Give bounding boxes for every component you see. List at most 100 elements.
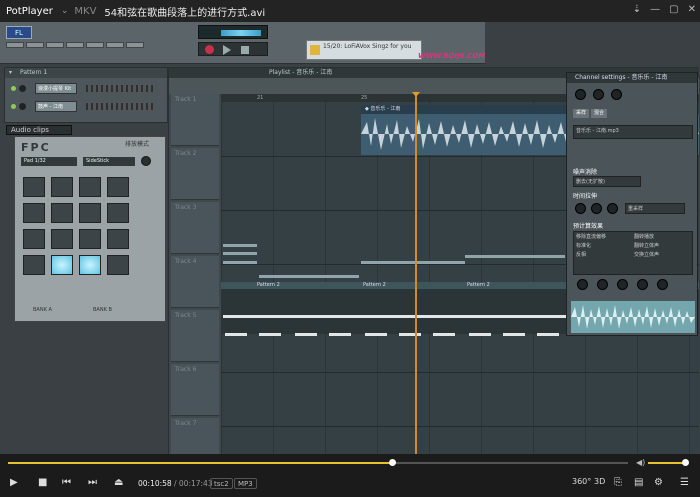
note-bar (223, 244, 257, 247)
track-label: Track 7 (171, 418, 219, 454)
knob-icon (637, 279, 648, 290)
tab-mix[interactable]: 混合 (591, 109, 607, 118)
window-titlebar: PotPlayer ⌄ MKV 54和弦在歌曲段落上的进行方式.avi ⇣ — … (0, 0, 700, 22)
pad-grid (23, 177, 129, 275)
pattern-label: Pattern 2 (363, 282, 386, 288)
stop-icon[interactable]: ■ (38, 477, 47, 488)
knob-icon (591, 203, 602, 214)
video-codec-tag[interactable]: tsc2 (210, 478, 233, 489)
channel-rack: ▾ Pattern 1 浪漫小提琴 Kit 鼓声 - 江南 (4, 67, 168, 123)
pattern-dash (259, 333, 281, 336)
fpc-mode: 排放模式 (125, 141, 150, 148)
seek-progress (8, 462, 392, 464)
time-stretch-select[interactable]: 重采样 (625, 203, 685, 214)
pattern-dash (469, 333, 491, 336)
rack-channel: 浪漫小提琴 Kit (5, 82, 167, 96)
precomp-label: 预计算效果 (573, 223, 604, 230)
noise-section-label: 噪声消除 (573, 169, 598, 176)
fl-hint-banner: 15/20: LoFiAVox Singz for you (306, 40, 422, 60)
pin-icon[interactable]: ⇣ (633, 4, 641, 15)
pattern-dash (329, 333, 351, 336)
option-normalize[interactable]: 标准化 (576, 242, 632, 249)
seek-handle[interactable] (388, 459, 396, 466)
rack-title: Pattern 1 (20, 69, 48, 76)
app-name[interactable]: PotPlayer (0, 6, 61, 17)
window-controls: ⇣ — ▢ ✕ (633, 4, 696, 15)
fpc-title: FPC (21, 141, 51, 154)
minimize-icon[interactable]: — (650, 4, 660, 15)
kit-name: SideStick (83, 157, 135, 166)
playlist-icon[interactable]: ▤ (634, 477, 643, 488)
playhead[interactable] (415, 96, 417, 454)
pattern-dash (295, 333, 317, 336)
sample-file-name: 音乐乐 - 江南.mp3 (573, 125, 693, 139)
knob-icon (141, 156, 151, 166)
note-bar (361, 261, 465, 264)
knob-icon (597, 279, 608, 290)
bank-b: BANK B (93, 307, 112, 313)
track-label: Track 3 (171, 202, 219, 254)
option-invert[interactable]: 反相 (576, 251, 632, 258)
track-label: Track 1 (171, 94, 219, 146)
capture-icon[interactable]: ⎘ (614, 477, 622, 488)
noise-select[interactable]: 删去(无扩散) (573, 176, 641, 187)
track-label: Track 5 (171, 310, 219, 362)
pad-select: Pad 1/32 (21, 157, 77, 166)
knob-icon (611, 89, 622, 100)
chevron-down-icon[interactable]: ⌄ (61, 6, 69, 16)
eject-icon[interactable]: ⏏ (114, 477, 123, 488)
watermark: WWW.BQIJ6.COM (418, 52, 486, 60)
next-icon[interactable]: ⏭ (88, 477, 97, 488)
time-stretch-label: 时间拉伸 (573, 193, 598, 200)
pattern-line (223, 315, 567, 318)
option-reverse[interactable]: 翻转播放 (634, 233, 690, 240)
play-icon[interactable]: ▶ (10, 477, 18, 488)
player-controls: ▶ ■ ⏮ ⏭ ⏏ 00:10:58 / 00:17:43 tsc2 MP3 3… (0, 470, 700, 497)
note-bar (259, 275, 359, 278)
vr-360-icon[interactable]: 360° (572, 477, 591, 486)
volume-icon[interactable]: ◀) (636, 458, 645, 467)
settings-icon[interactable]: ⚙ (654, 477, 663, 488)
clip-title: ◆ 音乐乐 - 江南 (365, 106, 401, 112)
fl-logo: FL (6, 26, 32, 39)
fl-transport (198, 42, 268, 56)
previous-icon[interactable]: ⏮ (62, 477, 71, 488)
current-time: 00:10:58 (138, 479, 172, 488)
audio-codec-tag[interactable]: MP3 (234, 478, 257, 489)
rack-channel: 鼓声 - 江南 (5, 100, 167, 114)
knob-icon (657, 279, 668, 290)
maximize-icon[interactable]: ▢ (669, 4, 678, 15)
fl-lcd (198, 25, 268, 39)
3d-icon[interactable]: 3D (594, 477, 605, 486)
menu-icon[interactable]: ☰ (680, 477, 689, 488)
note-bar (223, 252, 257, 255)
tab-sample[interactable]: 采样 (573, 109, 589, 118)
fpc-plugin: FPC 排放模式 Pad 1/32 SideStick BANK A BANK … (14, 136, 166, 322)
knob-icon (617, 279, 628, 290)
option-remove-dc[interactable]: 移除直流偏移 (576, 233, 632, 240)
audio-clips-label: Audio clips (6, 125, 72, 135)
video-frame[interactable]: FL 15/20: LoFiAVox Singz for you WWW.BQI… (0, 22, 700, 454)
format-label: MKV (74, 5, 97, 17)
seek-bar[interactable]: ◀) (0, 458, 700, 468)
knob-icon (575, 89, 586, 100)
pattern-label: Pattern 2 (257, 282, 280, 288)
close-icon[interactable]: ✕ (688, 4, 696, 15)
channel-settings-panel: Channel settings - 音乐乐 - 江南 采样 混合 音乐乐 - … (566, 72, 698, 336)
pattern-dash (433, 333, 455, 336)
option-swap-stereo[interactable]: 交换立体声 (634, 251, 690, 258)
volume-handle[interactable] (682, 459, 689, 466)
stop-icon (241, 46, 249, 54)
fl-toolbar: FL 15/20: LoFiAVox Singz for you WWW.BQI… (0, 22, 485, 64)
hint-icon (310, 45, 320, 55)
note-bar (465, 255, 565, 258)
knob-icon (607, 203, 618, 214)
channel-settings-title: Channel settings - 音乐乐 - 江南 (567, 73, 697, 83)
option-reverse-stereo[interactable]: 翻转立体声 (634, 242, 690, 249)
pattern-dash (503, 333, 525, 336)
knob-icon (575, 203, 586, 214)
note-bar (223, 261, 257, 264)
sample-waveform (571, 301, 695, 333)
knob-icon (593, 89, 604, 100)
play-icon (223, 45, 231, 55)
